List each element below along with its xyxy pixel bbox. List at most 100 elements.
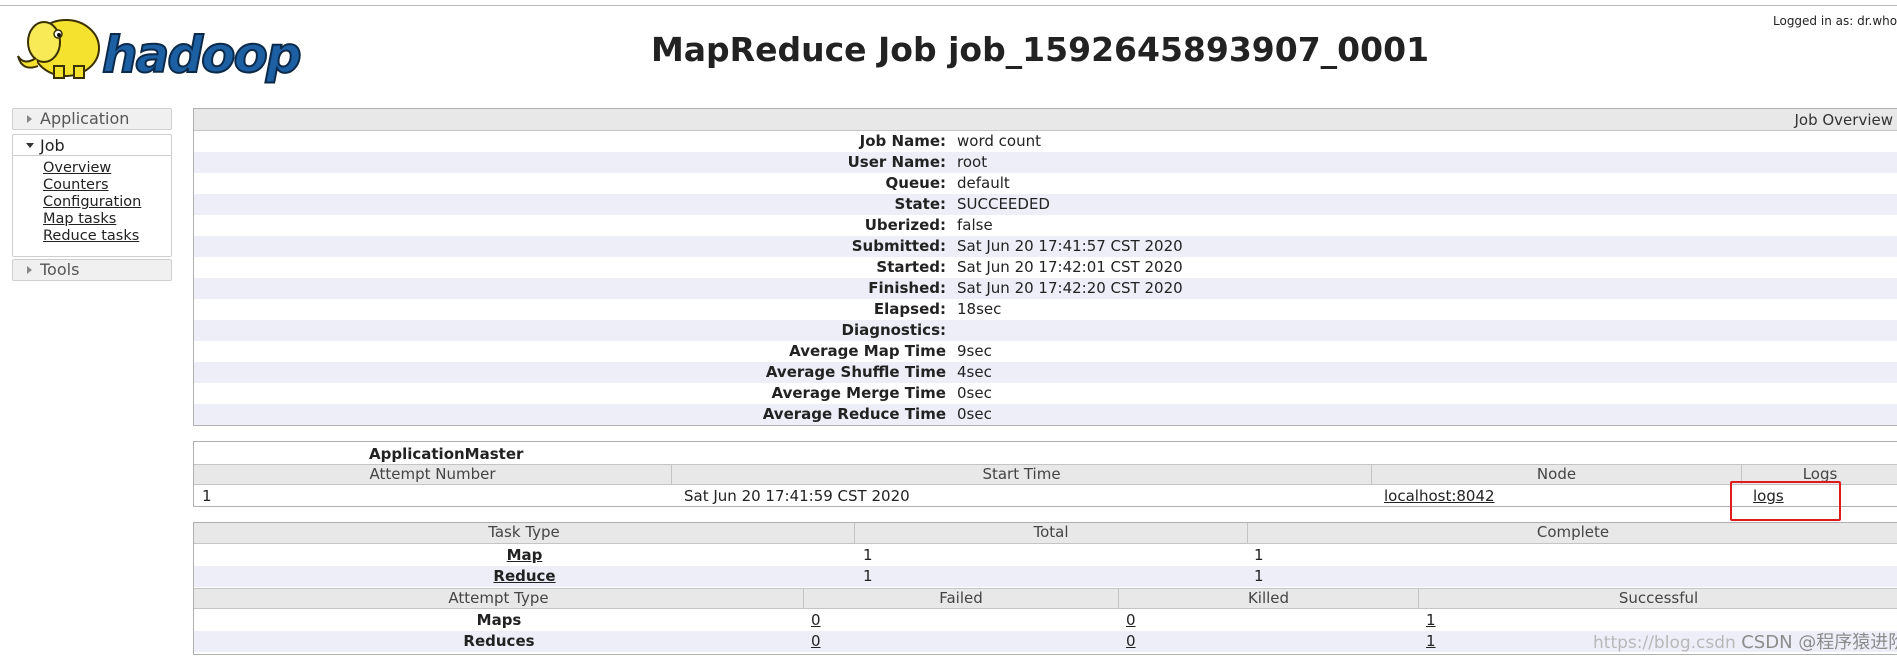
collapsed-arrow-icon <box>27 266 32 274</box>
page-title: MapReduce Job job_1592645893907_0001 <box>650 30 1430 69</box>
watermark-brand: CSDN @程序猿进阶 <box>1741 632 1897 653</box>
nav-link-configuration[interactable]: Configuration <box>43 194 141 210</box>
task-type-reduce-link[interactable]: Reduce <box>194 567 855 585</box>
overview-value: Sat Jun 20 17:42:20 CST 2020 <box>957 279 1183 297</box>
hadoop-logo[interactable]: hadoop <box>14 14 314 86</box>
attempt-type: Reduces <box>463 632 535 650</box>
overview-value: 0sec <box>957 384 992 402</box>
nav-link-overview[interactable]: Overview <box>43 160 111 176</box>
logo-wordmark: hadoop <box>102 26 300 84</box>
overview-row: Submitted: Sat Jun 20 17:41:57 CST 2020 <box>194 236 1897 257</box>
failed-maps-link[interactable]: 0 <box>811 611 821 629</box>
overview-label: Diagnostics: <box>841 321 947 339</box>
overview-row: Average Shuffle Time 4sec <box>194 362 1897 383</box>
column-header[interactable]: Successful <box>1419 589 1897 608</box>
overview-row: Uberized: false <box>194 215 1897 236</box>
overview-value: word count <box>957 132 1041 150</box>
overview-label: State: <box>894 195 946 213</box>
task-complete: 1 <box>1254 546 1264 564</box>
nav-tools-label: Tools <box>40 260 80 279</box>
collapsed-arrow-icon <box>27 115 32 123</box>
task-type-map-link[interactable]: Map <box>194 546 855 564</box>
column-header[interactable]: Total <box>855 523 1248 543</box>
column-header[interactable]: Start Time <box>672 465 1372 484</box>
nav-application-label: Application <box>40 109 130 128</box>
column-header[interactable]: Node <box>1372 465 1742 484</box>
column-header[interactable]: Complete <box>1248 523 1897 543</box>
hadoop-elephant-logo-icon: hadoop <box>17 19 303 85</box>
successful-maps-link[interactable]: 1 <box>1426 611 1436 629</box>
task-complete: 1 <box>1254 567 1264 585</box>
table-row: 1 Sat Jun 20 17:41:59 CST 2020 localhost… <box>194 486 1897 507</box>
watermark-url: https://blog.csdn <box>1593 633 1736 653</box>
start-time: Sat Jun 20 17:41:59 CST 2020 <box>684 487 910 505</box>
nav-job-label: Job <box>40 136 65 155</box>
overview-row: User Name: root <box>194 152 1897 173</box>
nav-application[interactable]: Application <box>12 108 172 130</box>
successful-reduces-link[interactable]: 1 <box>1426 632 1436 650</box>
overview-label: User Name: <box>847 153 946 171</box>
task-header-row: Task Type Total Complete <box>194 523 1897 544</box>
overview-value: 9sec <box>957 342 992 360</box>
overview-label: Average Shuffle Time <box>765 363 946 381</box>
column-header[interactable]: Task Type <box>194 523 855 543</box>
overview-value: root <box>957 153 988 171</box>
failed-reduces-link[interactable]: 0 <box>811 632 821 650</box>
overview-value: 4sec <box>957 363 992 381</box>
nav-job[interactable]: Job <box>13 135 171 156</box>
overview-row: Average Merge Time 0sec <box>194 383 1897 404</box>
overview-value: false <box>957 216 993 234</box>
nav-job-section: Job Overview Counters Configuration Map … <box>12 134 172 257</box>
overview-row: Elapsed: 18sec <box>194 299 1897 320</box>
column-header[interactable]: Failed <box>804 589 1119 608</box>
overview-row: Started: Sat Jun 20 17:42:01 CST 2020 <box>194 257 1897 278</box>
task-total: 1 <box>863 567 873 585</box>
logs-highlight-annotation <box>1730 481 1841 521</box>
watermark: https://blog.csdn CSDN @程序猿进阶 <box>1593 628 1897 654</box>
table-row: Map 1 1 <box>194 545 1897 566</box>
column-header[interactable]: Killed <box>1119 589 1419 608</box>
attempt-type: Maps <box>476 611 522 629</box>
job-links: Overview Counters Configuration Map task… <box>43 160 141 245</box>
column-header[interactable]: Attempt Number <box>194 465 672 484</box>
nav-link-reduce-tasks[interactable]: Reduce tasks <box>43 228 139 244</box>
application-master-title: ApplicationMaster <box>369 445 524 463</box>
overview-label: Started: <box>876 258 946 276</box>
overview-value: SUCCEEDED <box>957 195 1050 213</box>
attempt-number: 1 <box>202 487 212 505</box>
overview-value: default <box>957 174 1010 192</box>
overview-row: Finished: Sat Jun 20 17:42:20 CST 2020 <box>194 278 1897 299</box>
overview-value: Sat Jun 20 17:41:57 CST 2020 <box>957 237 1183 255</box>
overview-label: Average Reduce Time <box>762 405 946 423</box>
logged-in-status: Logged in as: dr.who <box>1773 14 1897 28</box>
overview-label: Queue: <box>885 174 946 192</box>
overview-label: Average Map Time <box>789 342 946 360</box>
table-row: Reduce 1 1 <box>194 566 1897 587</box>
application-master-table: ApplicationMaster Attempt Number Start T… <box>193 441 1897 507</box>
overview-label: Job Name: <box>859 132 946 150</box>
overview-row: Queue: default <box>194 173 1897 194</box>
nav-link-counters[interactable]: Counters <box>43 177 109 193</box>
nav-link-map-tasks[interactable]: Map tasks <box>43 211 116 227</box>
overview-row: Job Name: word count <box>194 131 1897 152</box>
overview-label: Uberized: <box>864 216 946 234</box>
column-header[interactable]: Attempt Type <box>194 589 804 608</box>
overview-value: 18sec <box>957 300 1002 318</box>
overview-label: Submitted: <box>851 237 946 255</box>
overview-row: Average Reduce Time 0sec <box>194 404 1897 425</box>
overview-label: Finished: <box>868 279 946 297</box>
nav-tools[interactable]: Tools <box>12 259 172 281</box>
application-master-header: Attempt Number Start Time Node Logs <box>194 464 1897 485</box>
killed-reduces-link[interactable]: 0 <box>1126 632 1136 650</box>
attempt-header-row: Attempt Type Failed Killed Successful <box>194 588 1897 609</box>
killed-maps-link[interactable]: 0 <box>1126 611 1136 629</box>
expanded-arrow-icon <box>26 143 34 148</box>
job-overview-heading: Job Overview <box>1794 111 1893 129</box>
top-rule <box>0 5 1897 6</box>
node-link[interactable]: localhost:8042 <box>1384 487 1495 505</box>
overview-value: 0sec <box>957 405 992 423</box>
overview-row: State: SUCCEEDED <box>194 194 1897 215</box>
job-overview-header: Job Overview <box>194 109 1897 131</box>
overview-label: Elapsed: <box>873 300 946 318</box>
overview-row: Average Map Time 9sec <box>194 341 1897 362</box>
